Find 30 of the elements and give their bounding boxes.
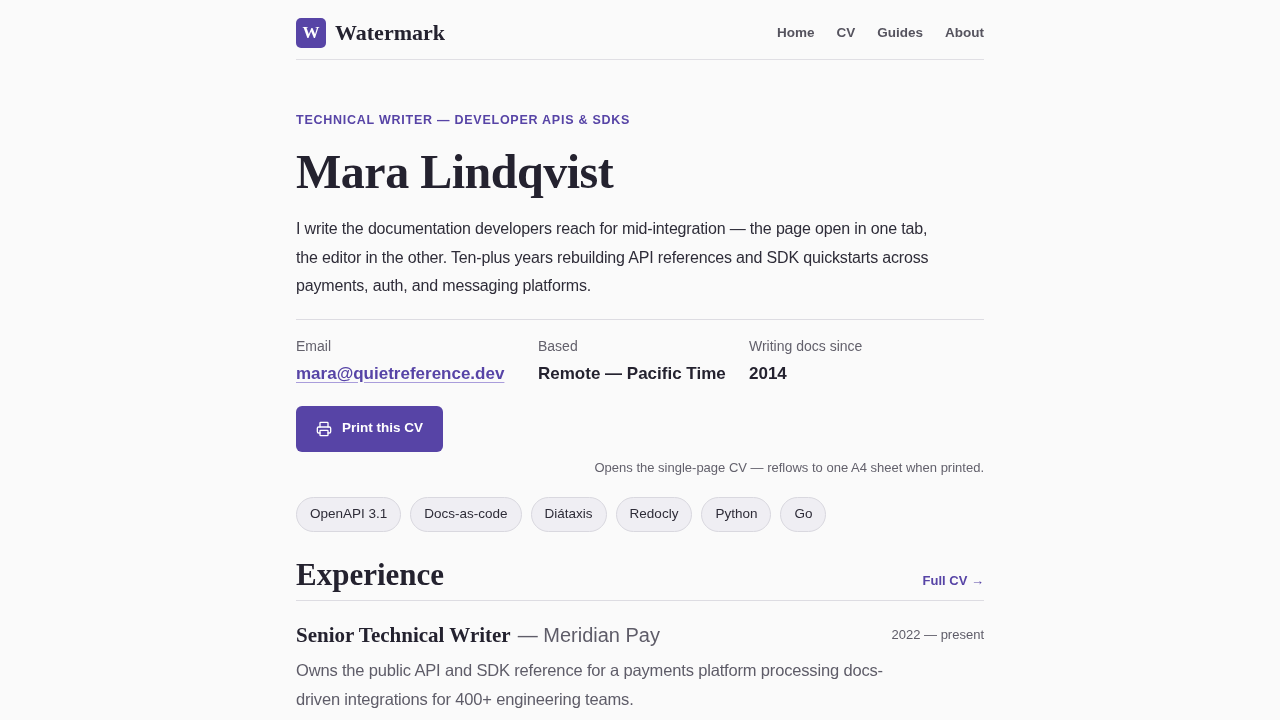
- intro-paragraph: I write the documentation developers reach for mid-integration — the page open in one tab, the editor in the other. Ten-plus years rebuilding API references and SDK quickstarts across payments, auth, and messaging platforms.: [296, 219, 930, 296]
- nav-link[interactable]: CV: [836, 23, 856, 43]
- print-note: Opens the single-page CV — reflows to one A4 sheet when printed.: [593, 458, 984, 477]
- skill-tag: Docs-as-code: [410, 496, 522, 532]
- detail-label: Email: [296, 336, 332, 356]
- detail-label: Writing docs since: [749, 336, 864, 356]
- section-heading: Experience: [296, 555, 445, 594]
- skill-tag: Python: [701, 496, 772, 532]
- nav-link[interactable]: About: [945, 23, 984, 43]
- skill-tag: OpenAPI 3.1: [296, 496, 402, 532]
- logo-mark[interactable]: W: [296, 18, 326, 48]
- detail-value: 2014: [749, 362, 787, 385]
- nav-link[interactable]: Home: [776, 23, 815, 43]
- full-cv-link[interactable]: Full CV →: [922, 570, 984, 591]
- skill-tag: Go: [780, 496, 827, 532]
- job-description: Owns the public API and SDK reference for a payments platform processing docs-driven integrations for 400+ engineering teams.: [296, 659, 884, 710]
- job-dates: 2022 — present: [891, 625, 984, 644]
- print-button[interactable]: Print this CV: [296, 405, 443, 452]
- nav-link[interactable]: Guides: [877, 23, 923, 43]
- eyebrow-text: TECHNICAL WRITER — DEVELOPER APIS & SDKS: [296, 112, 632, 128]
- job-title: Senior Technical Writer: [296, 621, 511, 649]
- person-name: Mara Lindqvist: [296, 144, 615, 200]
- detail-value: Remote — Pacific Time: [538, 362, 726, 385]
- site-name[interactable]: Watermark: [335, 19, 445, 47]
- email-link[interactable]: mara@quietreference.dev: [296, 361, 505, 386]
- detail-label: Based: [538, 336, 579, 356]
- printer-icon: [316, 420, 332, 437]
- company-name: — Meridian Pay: [517, 622, 660, 648]
- skill-tag: Redocly: [615, 496, 693, 532]
- skill-tag: Diátaxis: [530, 496, 607, 532]
